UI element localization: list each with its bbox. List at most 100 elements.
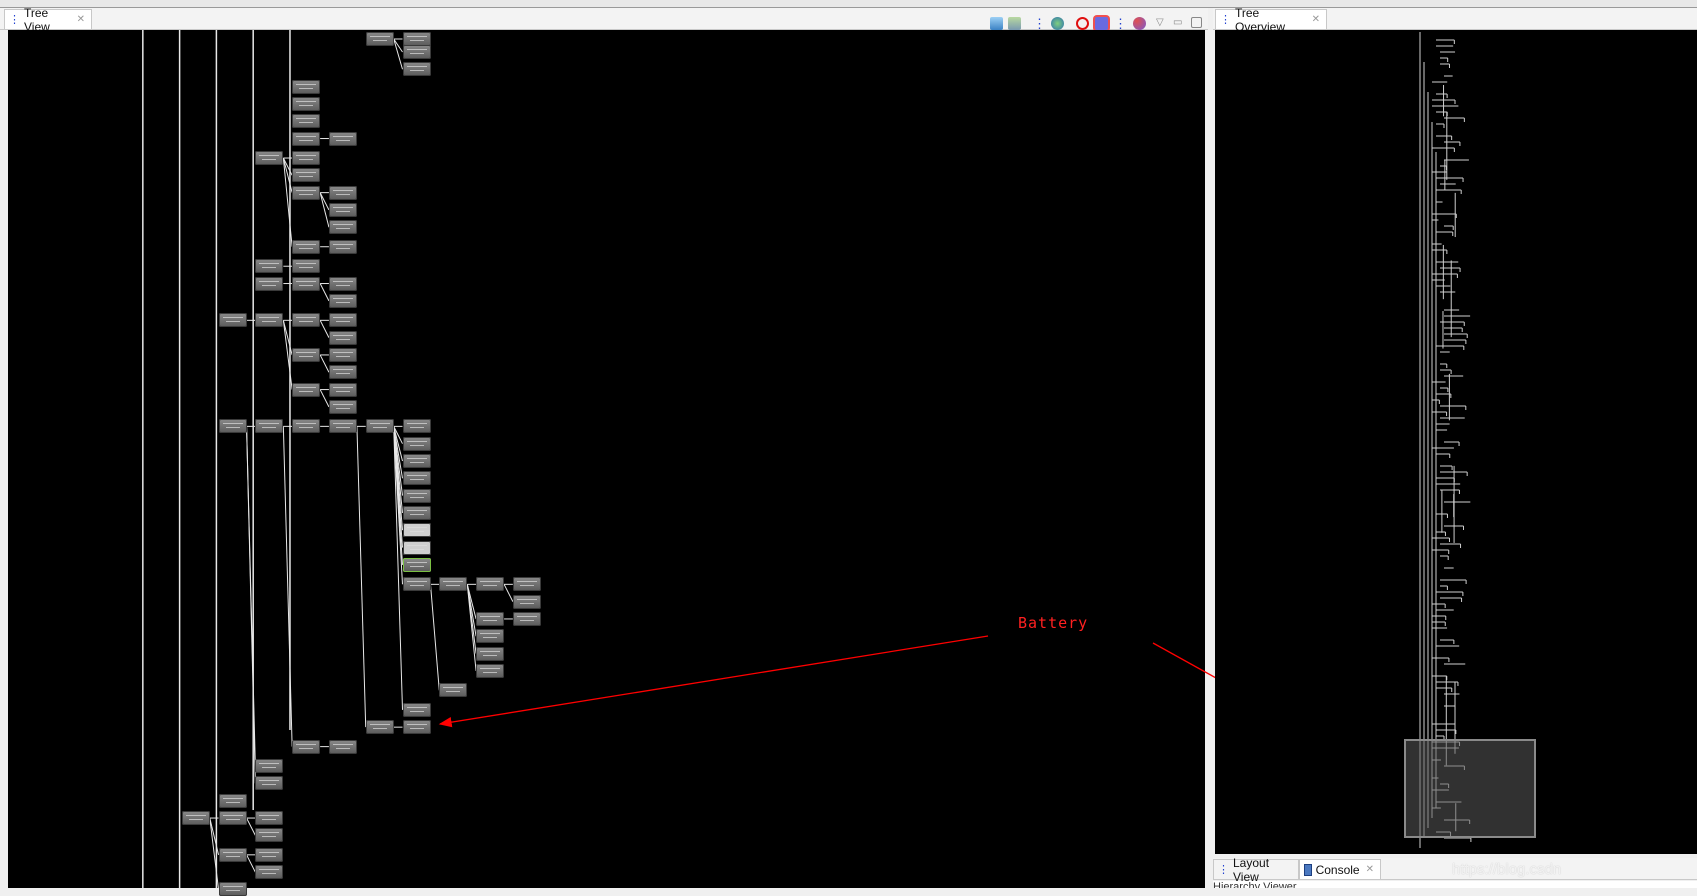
tree-node[interactable] — [402, 505, 431, 520]
tree-edge — [430, 584, 440, 691]
tree-node[interactable] — [402, 523, 431, 538]
tree-node[interactable] — [292, 131, 321, 146]
view-menu-icon[interactable]: ▽ — [1156, 17, 1169, 30]
tree-node[interactable] — [292, 114, 321, 129]
tree-view-canvas[interactable] — [8, 30, 1205, 896]
overview-tree — [1419, 32, 1472, 848]
load-view-hierarchy-icon[interactable]: ⋮ — [1033, 17, 1046, 30]
tree-node[interactable] — [328, 276, 357, 291]
tree-node[interactable] — [328, 347, 357, 362]
tab-tree-view[interactable]: ⋮ Tree View ✕ — [4, 6, 92, 34]
tree-node[interactable] — [402, 557, 431, 572]
tree-node[interactable] — [476, 646, 505, 661]
dump-displaylist-icon[interactable]: ⋮ — [1114, 17, 1127, 30]
tree-node[interactable] — [365, 720, 394, 735]
tree-node[interactable] — [328, 239, 357, 254]
save-as-png-icon[interactable] — [990, 17, 1003, 30]
tab-layout-view[interactable]: ⋮ Layout View — [1213, 856, 1299, 884]
tree-node[interactable] — [181, 811, 210, 826]
tree-node[interactable] — [512, 611, 541, 626]
tree-node[interactable] — [365, 419, 394, 434]
tree-node[interactable] — [402, 720, 431, 735]
capture-layers-icon[interactable] — [1008, 17, 1021, 30]
tree-node[interactable] — [402, 44, 431, 59]
tree-node[interactable] — [402, 471, 431, 486]
tree-node[interactable] — [255, 259, 284, 274]
tree-node[interactable] — [255, 313, 284, 328]
tree-node[interactable] — [328, 202, 357, 217]
tree-node[interactable] — [476, 611, 505, 626]
tree-node[interactable] — [292, 79, 321, 94]
tree-node[interactable] — [439, 683, 468, 698]
tree-node[interactable] — [255, 811, 284, 826]
tree-node[interactable] — [218, 882, 247, 896]
tree-node[interactable] — [218, 793, 247, 808]
tree-node[interactable] — [328, 382, 357, 397]
tree-node[interactable] — [328, 185, 357, 200]
maximize-icon[interactable] — [1191, 17, 1202, 28]
tree-node[interactable] — [476, 629, 505, 644]
console-text: Hierarchy Viewer — [1213, 881, 1697, 888]
tree-node[interactable] — [328, 131, 357, 146]
tree-node[interactable] — [292, 313, 321, 328]
tree-node[interactable] — [328, 419, 357, 434]
invalidate-icon[interactable] — [1076, 17, 1089, 30]
tree-node[interactable] — [328, 330, 357, 345]
tree-node[interactable] — [255, 847, 284, 862]
profile-nodes-icon[interactable] — [1133, 17, 1146, 30]
tree-node[interactable] — [328, 313, 357, 328]
tree-node[interactable] — [292, 347, 321, 362]
tree-node[interactable] — [292, 151, 321, 166]
tree-node[interactable] — [218, 847, 247, 862]
tree-node[interactable] — [328, 220, 357, 235]
tree-node[interactable] — [328, 293, 357, 308]
tree-overview-canvas[interactable] — [1215, 30, 1697, 854]
tree-node[interactable] — [365, 32, 394, 46]
close-icon[interactable]: ✕ — [1312, 14, 1320, 25]
tree-node[interactable] — [255, 776, 284, 791]
tree-node[interactable] — [292, 185, 321, 200]
tree-node[interactable] — [402, 702, 431, 717]
request-layout-icon[interactable] — [1095, 17, 1108, 30]
tree-node[interactable] — [402, 488, 431, 503]
tree-node[interactable] — [402, 436, 431, 451]
tree-node[interactable] — [292, 276, 321, 291]
tree-node[interactable] — [292, 168, 321, 183]
tree-node[interactable] — [292, 382, 321, 397]
tree-node[interactable] — [402, 62, 431, 77]
tree-node[interactable] — [292, 239, 321, 254]
tree-node[interactable] — [328, 399, 357, 414]
tree-node[interactable] — [476, 577, 505, 592]
close-icon[interactable]: ✕ — [77, 14, 85, 25]
tree-node[interactable] — [218, 811, 247, 826]
tree-node[interactable] — [328, 739, 357, 754]
overview-viewport-box[interactable] — [1404, 739, 1536, 838]
close-icon[interactable]: ✕ — [1366, 864, 1374, 875]
display-view-icon[interactable] — [1051, 17, 1064, 30]
tree-node[interactable] — [255, 865, 284, 880]
minimize-icon[interactable]: ▭ — [1173, 17, 1186, 30]
tree-node[interactable] — [402, 32, 431, 46]
tree-node[interactable] — [218, 313, 247, 328]
tab-console[interactable]: Console ✕ — [1299, 859, 1381, 879]
tree-node[interactable] — [255, 828, 284, 843]
tree-node[interactable] — [402, 540, 431, 555]
tree-node[interactable] — [292, 419, 321, 434]
tree-node[interactable] — [255, 759, 284, 774]
tree-node[interactable] — [402, 577, 431, 592]
tree-node[interactable] — [255, 419, 284, 434]
tree-node[interactable] — [292, 739, 321, 754]
tree-node[interactable] — [255, 151, 284, 166]
tree-node[interactable] — [218, 419, 247, 434]
tree-node[interactable] — [328, 365, 357, 380]
tab-tree-overview[interactable]: ⋮ Tree Overview ✕ — [1215, 6, 1327, 34]
tree-node[interactable] — [292, 96, 321, 111]
tree-node[interactable] — [255, 276, 284, 291]
tree-node[interactable] — [402, 453, 431, 468]
tree-node[interactable] — [439, 577, 468, 592]
tree-node[interactable] — [402, 419, 431, 434]
tree-node[interactable] — [292, 259, 321, 274]
tree-node[interactable] — [476, 663, 505, 678]
tree-node[interactable] — [512, 577, 541, 592]
tree-node[interactable] — [512, 594, 541, 609]
